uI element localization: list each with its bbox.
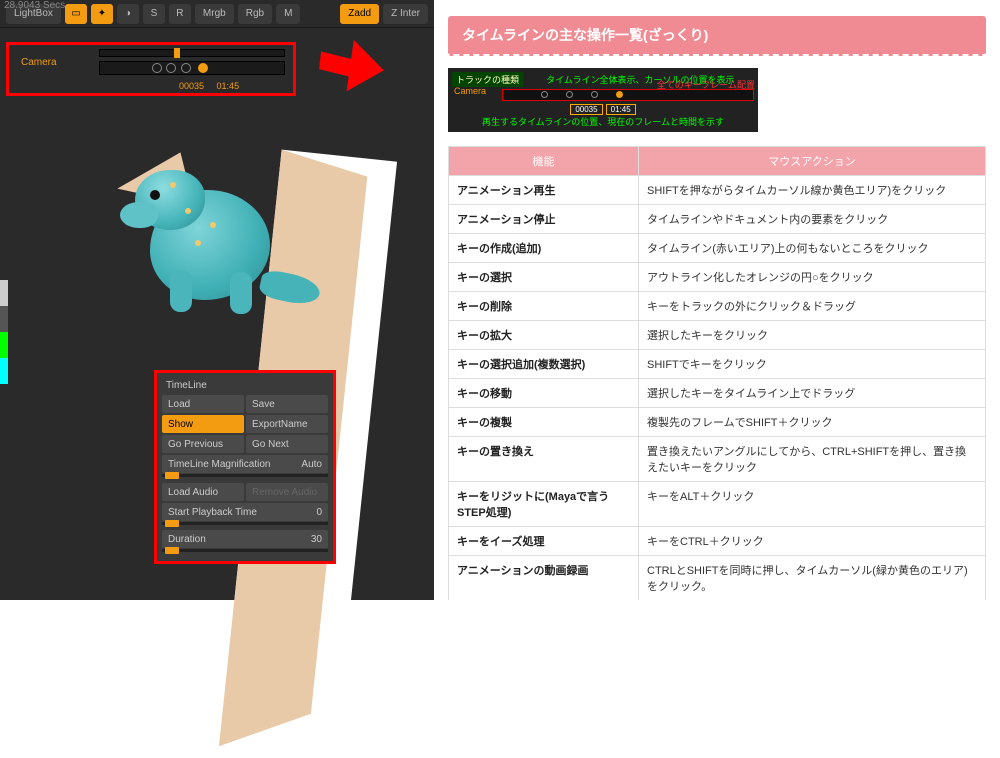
feature-cell: キーをリジットに(Mayaで言うSTEP処理) [449, 482, 639, 527]
feature-cell: キーの移動 [449, 379, 639, 408]
action-cell: キーをCTRL＋クリック [639, 527, 986, 556]
table-row: アニメーション停止タイムラインやドキュメント内の要素をクリック [449, 205, 986, 234]
load-audio-button[interactable]: Load Audio [162, 483, 244, 501]
diagram-red-text: 全てのキーフレーム配置 [657, 78, 755, 91]
magnification-field[interactable]: TimeLine Magnification Auto [162, 455, 328, 473]
mrgb-button[interactable]: Mrgb [195, 4, 234, 24]
col-feature: 機能 [449, 147, 639, 176]
operations-table: 機能 マウスアクション アニメーション再生SHIFTを押ながらタイムカーソル線か… [448, 146, 986, 600]
timeline-timestamps: 00035 01:45 [179, 81, 249, 91]
doc-heading: タイムラインの主な操作一覧(ざっくり) [448, 16, 986, 56]
feature-cell: アニメーション再生 [449, 176, 639, 205]
tool-icon-2[interactable]: ✦ [91, 4, 113, 24]
feature-cell: キーの複製 [449, 408, 639, 437]
zadd-button[interactable]: Zadd [340, 4, 379, 24]
annotation-arrow [320, 44, 390, 104]
action-cell: タイムライン(赤いエリア)上の何もないところをクリック [639, 234, 986, 263]
action-cell: SHIFTでキーをクリック [639, 350, 986, 379]
color-strip [0, 280, 8, 440]
timeline-track-label: Camera [21, 57, 57, 68]
table-row: キーの選択追加(複数選択)SHIFTでキーをクリック [449, 350, 986, 379]
table-row: キーをリジットに(Mayaで言うSTEP処理)キーをALT＋クリック [449, 482, 986, 527]
table-row: キーをイーズ処理キーをCTRL＋クリック [449, 527, 986, 556]
remove-audio-button[interactable]: Remove Audio [246, 483, 328, 501]
table-row: キーの作成(追加)タイムライン(赤いエリア)上の何もないところをクリック [449, 234, 986, 263]
table-row: アニメーションの動画録画CTRLとSHIFTを同時に押し、タイムカーソル(緑か黄… [449, 556, 986, 601]
action-cell: キーをALT＋クリック [639, 482, 986, 527]
feature-cell: アニメーション停止 [449, 205, 639, 234]
feature-cell: キーの削除 [449, 292, 639, 321]
action-cell: 選択したキーをクリック [639, 321, 986, 350]
table-row: キーの複製複製先のフレームでSHIFT＋クリック [449, 408, 986, 437]
m-button[interactable]: M [276, 4, 300, 24]
table-row: キーの削除キーをトラックの外にクリック＆ドラッグ [449, 292, 986, 321]
tool-icon-3[interactable]: ◑ [117, 4, 139, 24]
diagram-time: 01:45 [606, 104, 636, 115]
timeline-time: 01:45 [217, 81, 240, 91]
feature-cell: アニメーションの動画録画 [449, 556, 639, 601]
timeline-overview-track[interactable] [99, 49, 285, 57]
col-action: マウスアクション [639, 147, 986, 176]
tool-icon-s[interactable]: S [143, 4, 165, 24]
start-playback-slider[interactable] [162, 522, 328, 525]
action-cell: SHIFTを押ながらタイムカーソル線か黄色エリア)をクリック [639, 176, 986, 205]
table-row: キーの置き換え置き換えたいアングルにしてから、CTRL+SHIFTを押し、置き換… [449, 437, 986, 482]
feature-cell: キーをイーズ処理 [449, 527, 639, 556]
timeline-diagram: トラックの種類 タイムライン全体表示、カーソルの位置を表示 Camera 全ての… [448, 68, 758, 132]
elapsed-secs: 28.9043 Secs [4, 0, 65, 11]
feature-cell: キーの選択 [449, 263, 639, 292]
go-next-button[interactable]: Go Next [246, 435, 328, 453]
table-row: キーの移動選択したキーをタイムライン上でドラッグ [449, 379, 986, 408]
diagram-green2: 再生するタイムラインの位置、現在のフレームと時間を示す [452, 115, 754, 128]
action-cell: 複製先のフレームでSHIFT＋クリック [639, 408, 986, 437]
feature-cell: キーの選択追加(複数選択) [449, 350, 639, 379]
timeline-key-track[interactable] [99, 61, 285, 75]
diagram-frame: 00035 [570, 104, 602, 115]
diagram-track: 全てのキーフレーム配置 [502, 89, 754, 101]
viewport-3d[interactable] [20, 110, 420, 390]
dragon-snout [120, 202, 158, 228]
action-cell: キーをトラックの外にクリック＆ドラッグ [639, 292, 986, 321]
magnification-slider[interactable] [162, 474, 328, 477]
timeline-frame: 00035 [179, 81, 204, 91]
diagram-camera-label: Camera [454, 86, 486, 96]
action-cell: アウトライン化したオレンジの円○をクリック [639, 263, 986, 292]
dragon-eye [150, 190, 160, 200]
action-cell: タイムラインやドキュメント内の要素をクリック [639, 205, 986, 234]
go-previous-button[interactable]: Go Previous [162, 435, 244, 453]
tool-icon-1[interactable]: ▭ [65, 4, 87, 24]
action-cell: 置き換えたいアングルにしてから、CTRL+SHIFTを押し、置き換えたいキーをク… [639, 437, 986, 482]
dragon-arm-right [230, 272, 252, 314]
doc-pane: タイムラインの主な操作一覧(ざっくり) トラックの種類 タイムライン全体表示、カ… [434, 0, 1000, 600]
rgb-button[interactable]: Rgb [238, 4, 272, 24]
action-cell: CTRLとSHIFTを同時に押し、タイムカーソル(緑か黄色のエリア)をクリック。 [639, 556, 986, 601]
action-cell: 選択したキーをタイムライン上でドラッグ [639, 379, 986, 408]
diagram-track-label: トラックの種類 [452, 72, 523, 87]
start-playback-field[interactable]: Start Playback Time 0 [162, 503, 328, 521]
load-button[interactable]: Load [162, 395, 244, 413]
timeline-panel: TimeLine Load Save Show ExportName Go Pr… [154, 370, 336, 564]
duration-field[interactable]: Duration 30 [162, 530, 328, 548]
feature-cell: キーの拡大 [449, 321, 639, 350]
table-row: キーの拡大選択したキーをクリック [449, 321, 986, 350]
dragon-arm-left [170, 270, 192, 312]
duration-slider[interactable] [162, 549, 328, 552]
table-row: アニメーション再生SHIFTを押ながらタイムカーソル線か黄色エリア)をクリック [449, 176, 986, 205]
feature-cell: キーの置き換え [449, 437, 639, 482]
timeline-highlight-box: Camera 00035 01:45 [6, 42, 296, 96]
table-row: キーの選択アウトライン化したオレンジの円○をクリック [449, 263, 986, 292]
save-button[interactable]: Save [246, 395, 328, 413]
zinter-button[interactable]: Z Inter [383, 4, 428, 24]
zbrush-pane: 28.9043 Secs LightBox ▭ ✦ ◑ S R Mrgb Rgb… [0, 0, 434, 600]
feature-cell: キーの作成(追加) [449, 234, 639, 263]
tool-icon-r[interactable]: R [169, 4, 191, 24]
exportname-button[interactable]: ExportName [246, 415, 328, 433]
show-button[interactable]: Show [162, 415, 244, 433]
panel-title: TimeLine [166, 380, 324, 391]
